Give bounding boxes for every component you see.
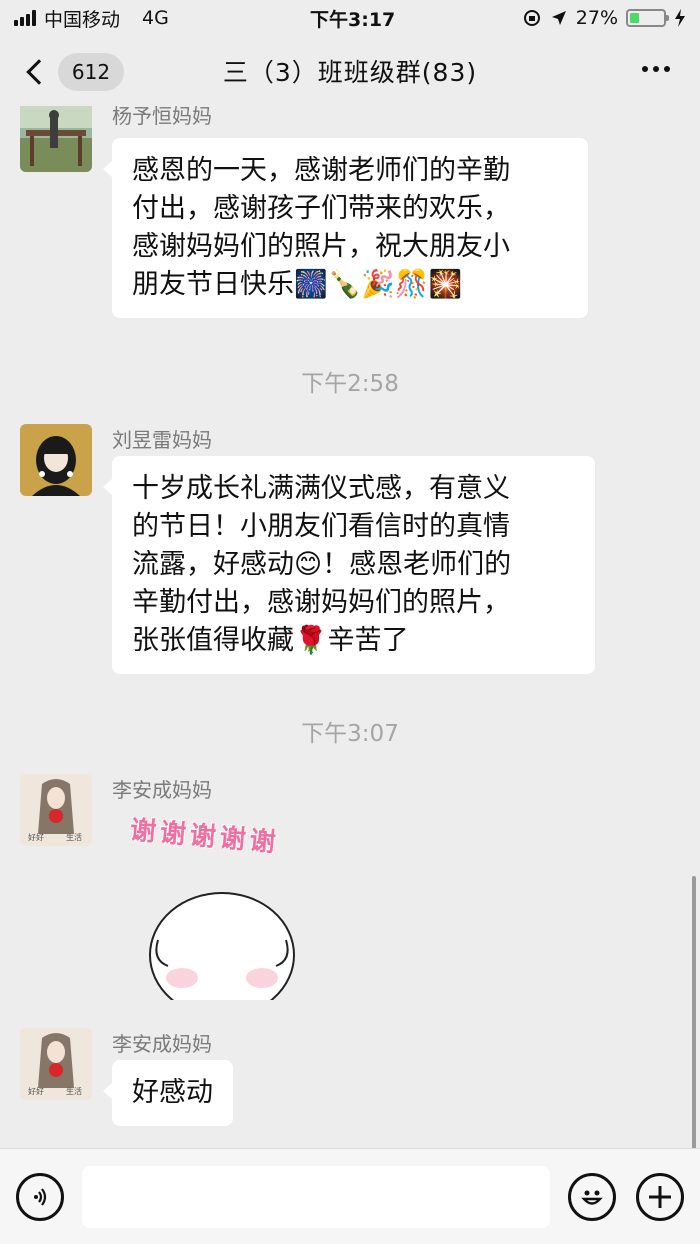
message-line: 张张值得收藏🌹辛苦了 — [132, 625, 409, 656]
message-item: 杨予恒妈妈 感恩的一天，感谢老师们的辛勤 付出，感谢孩子们带来的欢乐， 感谢妈妈… — [20, 106, 680, 320]
message-line: 的节日！小朋友们看信时的真情 — [132, 511, 510, 542]
message-bubble[interactable]: 感恩的一天，感谢老师们的辛勤 付出，感谢孩子们带来的欢乐， 感谢妈妈们的照片，祝… — [103, 138, 588, 318]
chat-header: 612 三（3）班班级群(83) — [0, 36, 700, 106]
message-line: 辛勤付出，感谢妈妈们的照片， — [132, 587, 510, 618]
time-separator: 下午2:58 — [301, 371, 399, 397]
message-text: 好感动 — [132, 1077, 213, 1108]
avatar[interactable] — [20, 424, 92, 496]
network-label: 4G — [142, 7, 169, 29]
sender-name: 李安成妈妈 — [112, 1032, 212, 1056]
svg-text:好好: 好好 — [28, 1086, 44, 1096]
voice-icon[interactable] — [16, 1173, 64, 1221]
more-icon[interactable] — [642, 66, 670, 72]
time-separator: 下午3:07 — [301, 721, 399, 747]
message-item: 好好 生活 李安成妈妈 好感动 — [20, 1028, 680, 1138]
message-bubble[interactable]: 十岁成长礼满满仪式感，有意义 的节日！小朋友们看信时的真情 流露，好感动😊！感恩… — [103, 456, 595, 674]
sender-name: 杨予恒妈妈 — [112, 106, 212, 128]
back-chevron-icon — [26, 59, 52, 85]
battery-icon — [626, 9, 669, 27]
plus-icon[interactable] — [636, 1173, 684, 1221]
battery-percent: 27% — [575, 7, 618, 29]
location-icon — [551, 11, 566, 25]
chat-message-list[interactable]: 杨予恒妈妈 感恩的一天，感谢老师们的辛勤 付出，感谢孩子们带来的欢乐， 感谢妈妈… — [0, 106, 700, 1148]
message-bubble[interactable]: 好感动 — [103, 1060, 233, 1126]
sender-name: 刘昱雷妈妈 — [112, 428, 212, 452]
avatar[interactable] — [20, 106, 92, 172]
sticker[interactable]: 谢谢谢谢谢 — [112, 810, 332, 1018]
unread-count-badge: 612 — [58, 53, 124, 91]
status-bar: 中国移动 4G 下午3:17 27% — [0, 0, 700, 36]
message-line: 流露，好感动😊！感恩老师们的 — [132, 549, 512, 580]
input-bar — [0, 1148, 700, 1244]
emoji-icon[interactable] — [568, 1173, 616, 1221]
avatar[interactable]: 好好 生活 — [20, 1028, 92, 1100]
sender-name: 李安成妈妈 — [112, 778, 212, 802]
message-line: 朋友节日快乐🎆🍾🎉🎊🎇 — [132, 269, 463, 300]
message-line: 感谢妈妈们的照片，祝大朋友小 — [132, 231, 510, 262]
svg-text:生活: 生活 — [66, 1086, 82, 1096]
charging-icon — [675, 9, 685, 27]
svg-text:好好: 好好 — [28, 832, 44, 842]
svg-text:生活: 生活 — [66, 832, 82, 842]
message-line: 付出，感谢孩子们带来的欢乐， — [132, 193, 510, 224]
message-item: 好好 生活 李安成妈妈 谢谢谢谢谢 — [20, 774, 680, 1018]
back-button[interactable]: 612 — [22, 53, 124, 91]
message-input[interactable] — [82, 1166, 550, 1228]
orientation-lock-icon — [523, 10, 540, 26]
message-line: 十岁成长礼满满仪式感，有意义 — [132, 473, 510, 504]
message-item: 刘昱雷妈妈 十岁成长礼满满仪式感，有意义 的节日！小朋友们看信时的真情 流露，好… — [20, 424, 680, 674]
status-time: 下午3:17 — [310, 8, 396, 31]
chat-title: 三（3）班班级群(83) — [222, 58, 478, 87]
avatar[interactable]: 好好 生活 — [20, 774, 92, 846]
signal-icon — [14, 10, 36, 26]
carrier-label: 中国移动 — [44, 8, 121, 31]
message-line: 感恩的一天，感谢老师们的辛勤 — [132, 155, 510, 186]
scrollbar[interactable] — [692, 876, 696, 1148]
